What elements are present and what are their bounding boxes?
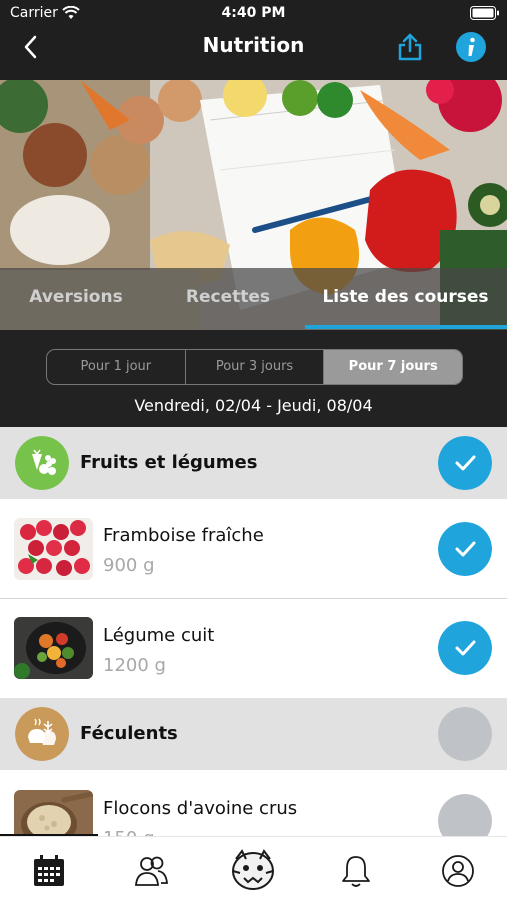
oat-flakes-thumbnail	[14, 790, 93, 836]
item-name: Framboise fraîche	[103, 525, 264, 546]
category-header-fruits[interactable]: Fruits et légumes	[0, 427, 507, 499]
list-item[interactable]: Légume cuit 1200 g	[0, 599, 507, 696]
page-title: Nutrition	[202, 33, 305, 57]
item-quantity: 1200 g	[103, 655, 166, 676]
item-name: Légume cuit	[103, 625, 215, 646]
tab-recettes[interactable]: Recettes	[152, 268, 304, 326]
bell-icon[interactable]	[338, 853, 374, 889]
category-title: Fruits et légumes	[80, 452, 258, 473]
list-item[interactable]: Flocons d'avoine crus 150 g	[0, 770, 507, 836]
share-icon[interactable]	[396, 32, 424, 62]
period-7-days[interactable]: Pour 7 jours	[324, 350, 462, 384]
category-title: Féculents	[80, 723, 178, 744]
fruits-vegetables-icon	[15, 436, 69, 490]
period-3-days[interactable]: Pour 3 jours	[186, 350, 325, 384]
check-icon-unchecked[interactable]	[438, 707, 492, 761]
active-tab-indicator	[305, 325, 507, 329]
tab-liste-des-courses[interactable]: Liste des courses	[304, 268, 507, 326]
check-icon[interactable]	[438, 436, 492, 490]
raspberry-thumbnail	[14, 518, 93, 580]
period-selector: Pour 1 jour Pour 3 jours Pour 7 jours	[46, 349, 463, 385]
info-icon[interactable]	[455, 31, 487, 63]
starches-icon	[15, 707, 69, 761]
calendar-icon[interactable]	[31, 853, 67, 889]
group-icon[interactable]	[133, 853, 169, 889]
tab-aversions[interactable]: Aversions	[0, 268, 152, 326]
date-range: Vendredi, 02/04 - Jeudi, 08/04	[134, 396, 373, 415]
clock: 4:40 PM	[221, 5, 286, 21]
item-quantity: 900 g	[103, 555, 155, 576]
check-icon[interactable]	[438, 522, 492, 576]
mascot-logo-icon[interactable]	[228, 847, 278, 893]
list-item[interactable]: Framboise fraîche 900 g	[0, 499, 507, 598]
item-name: Flocons d'avoine crus	[103, 798, 298, 819]
period-1-day[interactable]: Pour 1 jour	[47, 350, 186, 384]
profile-icon[interactable]	[440, 853, 476, 889]
bottom-tab-bar	[0, 836, 507, 901]
top-bar: Carrier 4:40 PM Nutrition	[0, 0, 507, 80]
item-quantity: 150 g	[103, 828, 155, 836]
category-header-starches[interactable]: Féculents	[0, 698, 507, 770]
check-icon[interactable]	[438, 621, 492, 675]
check-icon-unchecked[interactable]	[438, 794, 492, 836]
section-tabs: Aversions Recettes Liste des courses	[0, 268, 507, 330]
battery-icon	[470, 6, 499, 20]
cooked-vegetables-thumbnail	[14, 617, 93, 679]
